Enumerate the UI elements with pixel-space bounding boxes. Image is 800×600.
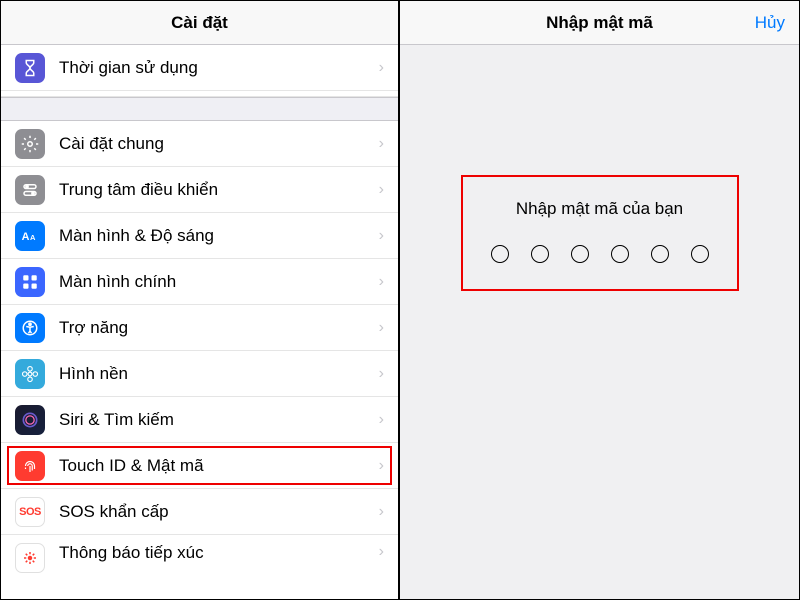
row-touchid-passcode[interactable]: Touch ID & Mật mã › — [1, 443, 398, 489]
passcode-dot — [611, 245, 629, 263]
svg-text:A: A — [30, 233, 36, 242]
row-sos[interactable]: SOS SOS khẩn cấp › — [1, 489, 398, 535]
fingerprint-icon — [15, 451, 45, 481]
chevron-right-icon: › — [379, 503, 384, 521]
chevron-right-icon: › — [379, 319, 384, 337]
passcode-dot — [491, 245, 509, 263]
passcode-prompt: Nhập mật mã của bạn — [491, 199, 709, 219]
text-size-icon: AA — [15, 221, 45, 251]
row-home-screen[interactable]: Màn hình chính › — [1, 259, 398, 305]
passcode-panel: Nhập mật mã Hủy Nhập mật mã của bạn — [400, 1, 799, 599]
passcode-highlight-box: Nhập mật mã của bạn — [461, 175, 739, 291]
row-label: SOS khẩn cấp — [59, 502, 379, 522]
row-label: Cài đặt chung — [59, 134, 379, 154]
row-label: Màn hình & Độ sáng — [59, 226, 379, 246]
row-exposure-notifications[interactable]: Thông báo tiếp xúc › — [1, 535, 398, 565]
row-label: Trợ năng — [59, 318, 379, 338]
hourglass-icon — [15, 53, 45, 83]
grid-icon — [15, 267, 45, 297]
settings-title: Cài đặt — [171, 13, 228, 33]
passcode-dot — [651, 245, 669, 263]
row-label: Touch ID & Mật mã — [59, 456, 379, 476]
flower-icon — [15, 359, 45, 389]
settings-header: Cài đặt — [1, 1, 398, 45]
burst-icon — [15, 543, 45, 573]
cancel-button[interactable]: Hủy — [755, 13, 785, 33]
row-label: Siri & Tìm kiếm — [59, 410, 379, 430]
gear-icon — [15, 129, 45, 159]
chevron-right-icon: › — [379, 181, 384, 199]
switches-icon — [15, 175, 45, 205]
chevron-right-icon: › — [379, 135, 384, 153]
chevron-right-icon: › — [379, 365, 384, 383]
row-general[interactable]: Cài đặt chung › — [1, 121, 398, 167]
siri-icon — [15, 405, 45, 435]
svg-text:A: A — [22, 231, 30, 243]
chevron-right-icon: › — [379, 227, 384, 245]
passcode-dot — [531, 245, 549, 263]
row-control-center[interactable]: Trung tâm điều khiển › — [1, 167, 398, 213]
accessibility-icon — [15, 313, 45, 343]
settings-panel: Cài đặt Thời gian sử dụng › Cài đặt chun… — [1, 1, 400, 599]
sos-icon: SOS — [15, 497, 45, 527]
section-gap — [1, 97, 398, 121]
row-label: Màn hình chính — [59, 272, 379, 292]
row-label: Thời gian sử dụng — [59, 58, 379, 78]
row-screen-time[interactable]: Thời gian sử dụng › — [1, 45, 398, 91]
passcode-dots[interactable] — [491, 245, 709, 263]
chevron-right-icon: › — [379, 457, 384, 475]
passcode-title: Nhập mật mã — [546, 13, 653, 33]
row-label: Hình nền — [59, 364, 379, 384]
row-siri-search[interactable]: Siri & Tìm kiếm › — [1, 397, 398, 443]
chevron-right-icon: › — [379, 411, 384, 429]
row-label: Thông báo tiếp xúc — [59, 543, 379, 563]
row-label: Trung tâm điều khiển — [59, 180, 379, 200]
chevron-right-icon: › — [379, 543, 384, 561]
chevron-right-icon: › — [379, 273, 384, 291]
passcode-dot — [571, 245, 589, 263]
row-accessibility[interactable]: Trợ năng › — [1, 305, 398, 351]
row-display-brightness[interactable]: AA Màn hình & Độ sáng › — [1, 213, 398, 259]
passcode-header: Nhập mật mã Hủy — [400, 1, 799, 45]
passcode-dot — [691, 245, 709, 263]
row-wallpaper[interactable]: Hình nền › — [1, 351, 398, 397]
chevron-right-icon: › — [379, 59, 384, 77]
